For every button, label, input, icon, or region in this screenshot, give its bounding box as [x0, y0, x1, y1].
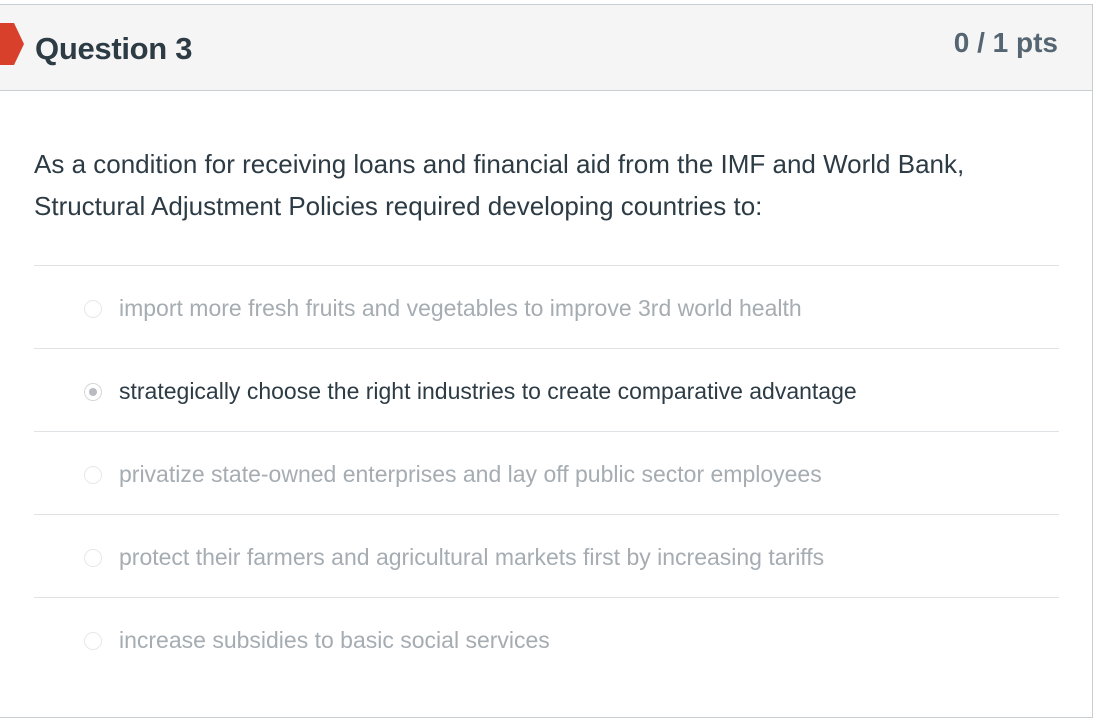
radio-button-selected[interactable]	[84, 383, 102, 401]
answer-label: protect their farmers and agricultural m…	[119, 544, 825, 570]
radio-button[interactable]	[84, 549, 102, 567]
answer-label: increase subsidies to basic social servi…	[119, 627, 550, 653]
radio-button[interactable]	[84, 632, 102, 650]
answer-list: import more fresh fruits and vegetables …	[34, 265, 1059, 680]
answer-option[interactable]: import more fresh fruits and vegetables …	[34, 265, 1059, 348]
question-text: As a condition for receiving loans and f…	[34, 149, 965, 221]
radio-button[interactable]	[84, 466, 102, 484]
answer-option[interactable]: privatize state-owned enterprises and la…	[34, 431, 1059, 514]
answer-label: import more fresh fruits and vegetables …	[119, 295, 802, 321]
quiz-question-card: Question 3 0 / 1 pts As a condition for …	[0, 4, 1093, 718]
radio-button[interactable]	[84, 300, 102, 318]
answer-option[interactable]: increase subsidies to basic social servi…	[34, 597, 1059, 680]
flag-icon[interactable]	[0, 23, 24, 65]
answer-option[interactable]: protect their farmers and agricultural m…	[34, 514, 1059, 597]
question-points: 0 / 1 pts	[953, 27, 1058, 58]
answer-label: strategically choose the right industrie…	[119, 378, 857, 404]
answer-label: privatize state-owned enterprises and la…	[119, 461, 822, 487]
answer-option[interactable]: strategically choose the right industrie…	[34, 348, 1059, 431]
question-header: Question 3 0 / 1 pts	[0, 5, 1092, 91]
question-title: Question 3	[35, 31, 193, 66]
